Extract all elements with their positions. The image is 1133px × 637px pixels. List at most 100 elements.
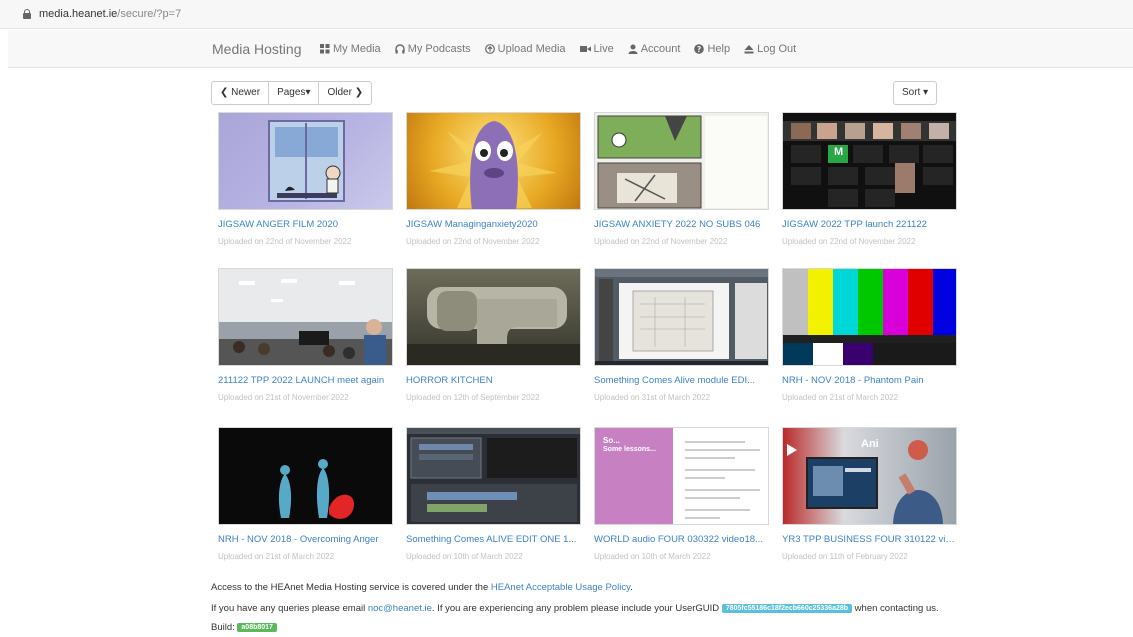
- newer-button[interactable]: ❮ Newer: [212, 82, 270, 104]
- media-upload-date: Uploaded on 10th of March 2022: [406, 552, 523, 561]
- media-title-link[interactable]: NRH - NOV 2018 - Phantom Pain: [782, 375, 957, 386]
- nav-my-podcasts-label: My Podcasts: [407, 43, 471, 55]
- media-upload-date: Uploaded on 22nd of November 2022: [782, 237, 916, 246]
- media-card[interactable]: HORROR KITCHEN Uploaded on 12th of Septe…: [406, 268, 581, 402]
- media-upload-date: Uploaded on 22nd of November 2022: [218, 237, 352, 246]
- sort-label: Sort: [902, 87, 921, 98]
- media-thumbnail[interactable]: So... Some lessons...: [594, 427, 769, 525]
- media-card[interactable]: NRH - NOV 2018 - Overcoming Anger Upload…: [218, 427, 393, 561]
- chevron-left-icon: ❮: [220, 87, 229, 98]
- usage-policy-text: Access to the HEAnet Media Hosting servi…: [211, 582, 491, 593]
- nav-live-label: Live: [593, 43, 614, 55]
- pages-dropdown[interactable]: Pages▾: [269, 82, 320, 104]
- media-upload-date: Uploaded on 31st of March 2022: [594, 393, 711, 402]
- media-title-link[interactable]: JIGSAW Managinganxiety2020: [406, 219, 581, 230]
- media-upload-date: Uploaded on 22nd of November 2022: [406, 237, 540, 246]
- media-title-link[interactable]: Something Comes Alive module EDI...: [594, 375, 769, 386]
- media-card[interactable]: JIGSAW ANXIETY 2022 NO SUBS 046 Uploaded…: [594, 112, 769, 246]
- media-card[interactable]: So... Some lessons... WORLD audio FOUR 0…: [594, 427, 769, 561]
- address-bar[interactable]: media.heanet.ie/secure/?p=7: [0, 0, 1133, 29]
- user-icon: [628, 44, 638, 54]
- slide-subtitle: Some lessons...: [603, 446, 656, 453]
- media-thumbnail[interactable]: [782, 268, 957, 366]
- media-upload-date: Uploaded on 21st of March 2022: [782, 393, 899, 402]
- media-title-link[interactable]: YR3 TPP BUSINESS FOUR 310122 vid...: [782, 534, 957, 545]
- caret-down-icon: ▾: [923, 87, 929, 98]
- media-thumbnail[interactable]: [594, 268, 769, 366]
- support-text-mid: . If you are experiencing any problem pl…: [431, 603, 722, 614]
- nav-help-label: Help: [707, 43, 731, 55]
- media-title-link[interactable]: Something Comes ALIVE EDIT ONE 1...: [406, 534, 581, 545]
- media-thumbnail[interactable]: [218, 268, 393, 366]
- nav-account[interactable]: Account: [628, 43, 681, 55]
- support-email-link[interactable]: noc@heanet.ie: [368, 603, 432, 614]
- lock-icon: [23, 9, 31, 19]
- help-icon: ?: [694, 44, 705, 54]
- url-text[interactable]: media.heanet.ie/secure/?p=7: [39, 8, 181, 20]
- nav-log-out-label: Log Out: [757, 43, 797, 55]
- media-title-link[interactable]: NRH - NOV 2018 - Overcoming Anger: [218, 534, 393, 545]
- nav-help[interactable]: ? Help: [694, 43, 730, 55]
- media-thumbnail[interactable]: [218, 112, 393, 210]
- newer-label: Newer: [231, 87, 261, 98]
- media-thumbnail[interactable]: [218, 427, 393, 525]
- top-navbar: Media Hosting My Media My Podcasts Uploa…: [8, 30, 1133, 68]
- pages-label: Pages: [277, 87, 306, 98]
- svg-text:?: ?: [697, 45, 701, 54]
- older-label: Older: [327, 87, 352, 98]
- media-title-link[interactable]: WORLD audio FOUR 030322 video18...: [594, 534, 769, 545]
- media-title-link[interactable]: JIGSAW ANGER FILM 2020: [218, 219, 393, 230]
- media-title-link[interactable]: JIGSAW ANXIETY 2022 NO SUBS 046: [594, 219, 769, 230]
- media-card[interactable]: JIGSAW ANGER FILM 2020 Uploaded on 22nd …: [218, 112, 393, 246]
- media-thumbnail[interactable]: Ani: [782, 427, 957, 525]
- media-card[interactable]: Ani YR3 TPP BUSINESS FOUR 310122 vid... …: [782, 427, 957, 561]
- url-path: /secure/?p=7: [117, 8, 182, 20]
- participant-initial: M: [834, 146, 844, 158]
- nav-my-media-label: My Media: [333, 43, 381, 55]
- sort-dropdown[interactable]: Sort ▾: [893, 81, 938, 105]
- media-title-link[interactable]: JIGSAW 2022 TPP launch 221122: [782, 219, 957, 230]
- media-card[interactable]: Something Comes ALIVE EDIT ONE 1... Uplo…: [406, 427, 581, 561]
- media-title-link[interactable]: HORROR KITCHEN: [406, 375, 581, 386]
- media-upload-date: Uploaded on 11th of February 2022: [782, 552, 908, 561]
- brand-link[interactable]: Media Hosting: [212, 41, 302, 57]
- media-card[interactable]: M JIGSAW 2022 TPP launch 221122 Uploaded…: [782, 112, 957, 246]
- support-text-end: when contacting us.: [852, 603, 939, 614]
- media-thumbnail[interactable]: [594, 112, 769, 210]
- usage-policy-link[interactable]: HEAnet Acceptable Usage Policy: [491, 582, 630, 593]
- slide-title: So...: [603, 436, 620, 445]
- support-notice: If you have any queries please email noc…: [211, 603, 939, 614]
- media-upload-date: Uploaded on 21st of November 2022: [218, 393, 349, 402]
- media-card[interactable]: Something Comes Alive module EDI... Uplo…: [594, 268, 769, 402]
- media-thumbnail[interactable]: [406, 268, 581, 366]
- media-card[interactable]: 211122 TPP 2022 LAUNCH meet again Upload…: [218, 268, 393, 402]
- nav-account-label: Account: [640, 43, 681, 55]
- upload-icon: [484, 44, 495, 54]
- older-button[interactable]: Older ❯: [319, 82, 371, 104]
- chevron-right-icon: ❯: [354, 87, 364, 98]
- grid-icon: [320, 44, 330, 54]
- nav-log-out[interactable]: Log Out: [744, 43, 796, 55]
- nav-my-media[interactable]: My Media: [320, 43, 381, 55]
- nav-upload-media[interactable]: Upload Media: [484, 43, 566, 55]
- video-camera-icon: [579, 46, 591, 52]
- media-thumbnail[interactable]: M: [782, 112, 957, 210]
- url-host: media.heanet.ie: [39, 8, 118, 20]
- nav-links: My Media My Podcasts Upload Media Live A…: [320, 43, 810, 55]
- usage-policy-period: .: [630, 582, 633, 593]
- media-thumbnail[interactable]: [406, 427, 581, 525]
- media-upload-date: Uploaded on 21st of March 2022: [218, 552, 335, 561]
- nav-live[interactable]: Live: [579, 43, 614, 55]
- usage-policy-notice: Access to the HEAnet Media Hosting servi…: [211, 582, 633, 593]
- nav-my-podcasts[interactable]: My Podcasts: [394, 43, 471, 55]
- media-thumbnail[interactable]: [406, 112, 581, 210]
- media-card[interactable]: JIGSAW Managinganxiety2020 Uploaded on 2…: [406, 112, 581, 246]
- banner-text: Ani: [861, 438, 879, 450]
- media-title-link[interactable]: 211122 TPP 2022 LAUNCH meet again: [218, 375, 393, 386]
- media-upload-date: Uploaded on 22nd of November 2022: [594, 237, 728, 246]
- nav-upload-media-label: Upload Media: [497, 43, 566, 55]
- eject-icon: [744, 45, 754, 54]
- support-text: If you have any queries please email: [211, 603, 368, 614]
- media-card[interactable]: NRH - NOV 2018 - Phantom Pain Uploaded o…: [782, 268, 957, 402]
- pager: ❮ Newer Pages▾ Older ❯: [211, 81, 373, 105]
